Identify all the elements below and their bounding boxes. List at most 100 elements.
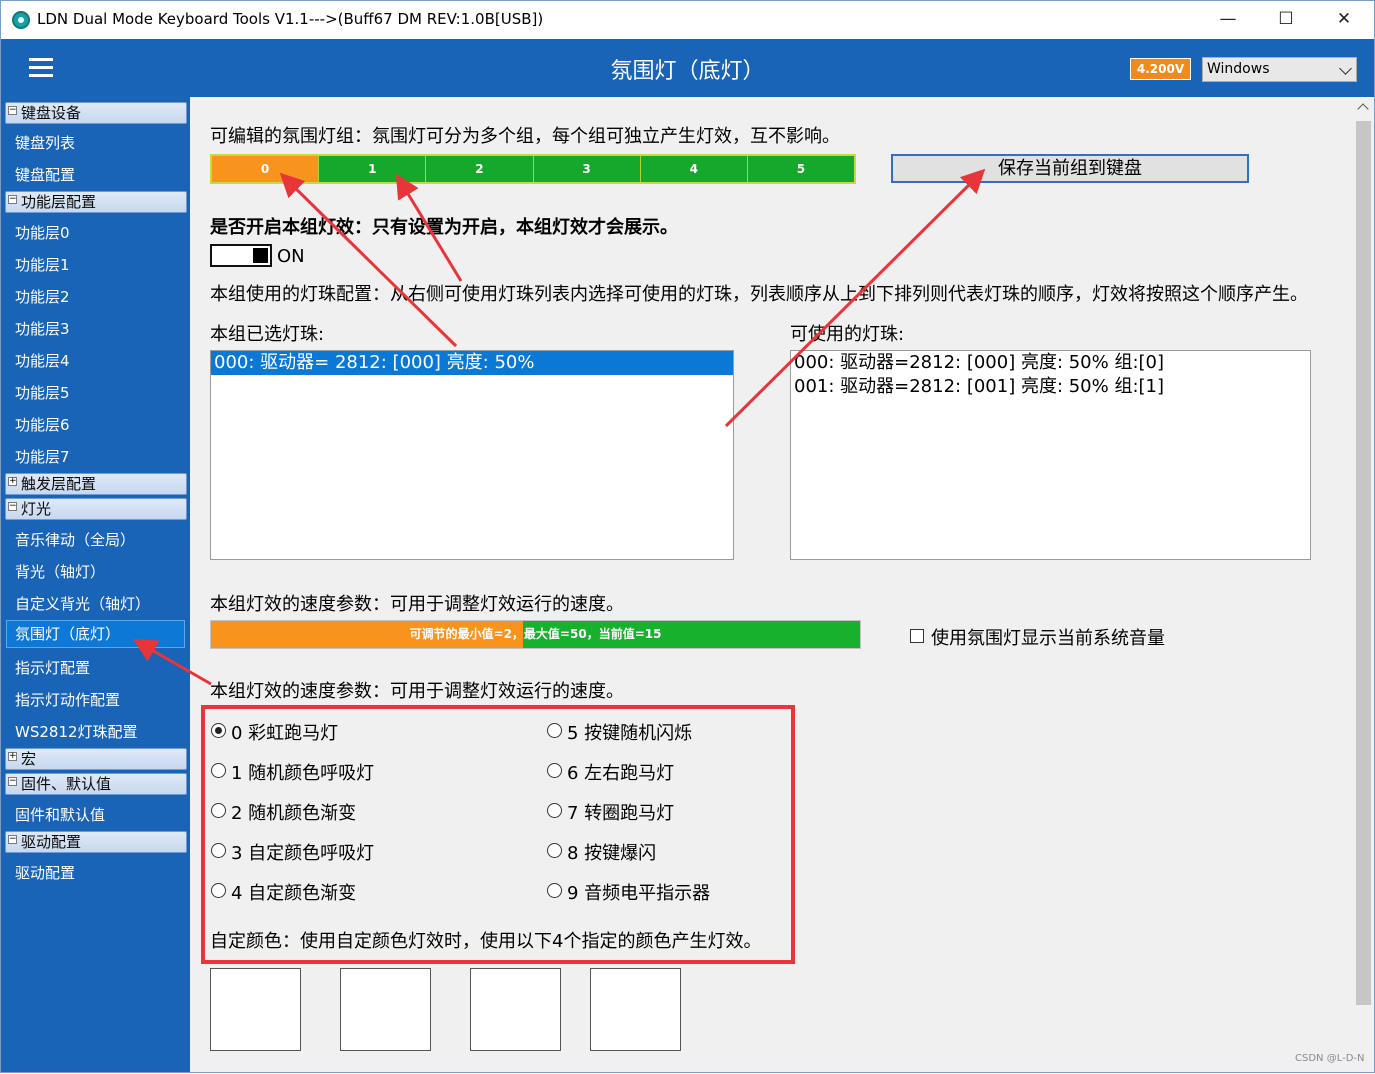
vertical-scrollbar[interactable] bbox=[1353, 97, 1374, 1072]
list-item[interactable]: 001: 驱动器=2812: [001] 亮度: 50% 组:[1] bbox=[791, 375, 1310, 399]
voltage-badge: 4.200V bbox=[1130, 58, 1191, 80]
sidebar-group-driver[interactable]: − 驱动配置 bbox=[5, 831, 187, 853]
selected-leds-list[interactable]: 000: 驱动器= 2812: [000] 亮度: 50% bbox=[210, 350, 734, 560]
effect-radio-6[interactable] bbox=[547, 763, 562, 778]
group-tab-0[interactable]: 0 bbox=[212, 156, 320, 182]
collapse-icon: − bbox=[8, 776, 17, 786]
groups-description: 可编辑的氛围灯组：氛围灯可分为多个组，每个组可独立产生灯效，互不影响。 bbox=[210, 126, 840, 147]
effect-radio-9[interactable] bbox=[547, 883, 562, 898]
custom-color-swatch-2[interactable] bbox=[340, 968, 431, 1051]
collapse-icon: − bbox=[8, 105, 17, 115]
light-group-selector: 0 1 2 3 4 5 bbox=[210, 154, 856, 184]
sidebar-item-custom-backlight[interactable]: 自定义背光（轴灯） bbox=[15, 593, 150, 614]
sidebar-item-music[interactable]: 音乐律动（全局） bbox=[15, 529, 135, 550]
effect-radio-7[interactable] bbox=[547, 803, 562, 818]
sidebar-item-keyboard-list[interactable]: 键盘列表 bbox=[15, 132, 75, 153]
collapse-icon: − bbox=[8, 194, 17, 204]
effect-label-4[interactable]: 4 自定颜色渐变 bbox=[231, 879, 356, 905]
effect-radio-0[interactable] bbox=[211, 723, 226, 738]
sidebar-item-layer6[interactable]: 功能层6 bbox=[15, 414, 70, 435]
maximize-button[interactable]: ☐ bbox=[1257, 1, 1315, 39]
effect-radio-8[interactable] bbox=[547, 843, 562, 858]
list-item[interactable]: 000: 驱动器=2812: [000] 亮度: 50% 组:[0] bbox=[791, 351, 1310, 375]
volume-checkbox[interactable] bbox=[910, 629, 924, 643]
custom-color-description: 自定颜色：使用自定颜色灯效时，使用以下4个指定的颜色产生灯效。 bbox=[210, 931, 762, 952]
group-tab-4[interactable]: 4 bbox=[640, 156, 748, 182]
custom-color-swatch-4[interactable] bbox=[590, 968, 681, 1051]
app-logo-icon bbox=[12, 11, 30, 29]
effect-radio-2[interactable] bbox=[211, 803, 226, 818]
effect-label-1[interactable]: 1 随机颜色呼吸灯 bbox=[231, 759, 374, 785]
collapse-icon: − bbox=[8, 834, 17, 844]
sidebar-item-layer2[interactable]: 功能层2 bbox=[15, 286, 70, 307]
sidebar-item-layer7[interactable]: 功能层7 bbox=[15, 446, 70, 467]
enable-description: 是否开启本组灯效：只有设置为开启，本组灯效才会展示。 bbox=[210, 217, 678, 238]
effect-label-0[interactable]: 0 彩虹跑马灯 bbox=[231, 719, 338, 745]
effect-label-8[interactable]: 8 按键爆闪 bbox=[567, 839, 656, 865]
sidebar-group-macro[interactable]: + 宏 bbox=[5, 748, 187, 770]
speed-slider[interactable]: 可调节的最小值=2，最大值=50，当前值=15 bbox=[210, 620, 861, 649]
sidebar-item-ws2812[interactable]: WS2812灯珠配置 bbox=[15, 721, 138, 742]
group-tab-3[interactable]: 3 bbox=[533, 156, 641, 182]
expand-icon: + bbox=[8, 751, 17, 761]
sidebar-item-layer3[interactable]: 功能层3 bbox=[15, 318, 70, 339]
app-window: LDN Dual Mode Keyboard Tools V1.1--->(Bu… bbox=[0, 0, 1375, 1073]
enable-toggle[interactable] bbox=[210, 244, 272, 267]
effect-label-6[interactable]: 6 左右跑马灯 bbox=[567, 759, 674, 785]
effect-radio-1[interactable] bbox=[211, 763, 226, 778]
effect-radio-3[interactable] bbox=[211, 843, 226, 858]
sidebar-item-indicator[interactable]: 指示灯配置 bbox=[15, 657, 90, 678]
available-leds-label: 可使用的灯珠: bbox=[790, 324, 905, 345]
selected-leds-label: 本组已选灯珠: bbox=[210, 324, 325, 345]
sidebar-item-layer5[interactable]: 功能层5 bbox=[15, 382, 70, 403]
scroll-up-arrow-icon[interactable] bbox=[1357, 103, 1369, 115]
sidebar-item-indicator-action[interactable]: 指示灯动作配置 bbox=[15, 689, 120, 710]
effect-label-9[interactable]: 9 音频电平指示器 bbox=[567, 879, 710, 905]
sidebar-group-keyboard[interactable]: − 键盘设备 bbox=[5, 102, 187, 124]
sidebar-item-ambient[interactable]: 氛围灯（底灯） bbox=[6, 620, 185, 648]
speed-description: 本组灯效的速度参数：可用于调整灯效运行的速度。 bbox=[210, 594, 624, 615]
toggle-knob bbox=[253, 248, 268, 263]
custom-color-swatch-1[interactable] bbox=[210, 968, 301, 1051]
os-dropdown[interactable]: Windows bbox=[1202, 57, 1357, 82]
sidebar-item-keyboard-config[interactable]: 键盘配置 bbox=[15, 164, 75, 185]
effect-label-3[interactable]: 3 自定颜色呼吸灯 bbox=[231, 839, 374, 865]
app-header: 氛围灯（底灯） 4.200V Windows bbox=[1, 39, 1374, 97]
group-tab-1[interactable]: 1 bbox=[319, 156, 427, 182]
speed-slider-label: 可调节的最小值=2，最大值=50，当前值=15 bbox=[409, 627, 662, 641]
sidebar-item-backlight[interactable]: 背光（轴灯） bbox=[15, 561, 105, 582]
main-content: 可编辑的氛围灯组：氛围灯可分为多个组，每个组可独立产生灯效，互不影响。 0 1 … bbox=[190, 97, 1353, 1072]
effect-description: 本组灯效的速度参数：可用于调整灯效运行的速度。 bbox=[210, 681, 624, 702]
effect-radio-5[interactable] bbox=[547, 723, 562, 738]
sidebar-item-layer1[interactable]: 功能层1 bbox=[15, 254, 70, 275]
scrollbar-thumb[interactable] bbox=[1356, 121, 1371, 1005]
volume-checkbox-label: 使用氛围灯显示当前系统音量 bbox=[931, 628, 1165, 649]
sidebar-group-trigger[interactable]: + 触发层配置 bbox=[5, 473, 187, 495]
toggle-state-label: ON bbox=[277, 246, 305, 267]
watermark: CSDN @L-D-N bbox=[1295, 1053, 1365, 1064]
save-group-button[interactable]: 保存当前组到键盘 bbox=[891, 154, 1249, 183]
effect-label-7[interactable]: 7 转圈跑马灯 bbox=[567, 799, 674, 825]
list-item[interactable]: 000: 驱动器= 2812: [000] 亮度: 50% bbox=[211, 351, 733, 375]
sidebar-item-driver-config[interactable]: 驱动配置 bbox=[15, 862, 75, 883]
os-dropdown-value: Windows bbox=[1207, 61, 1270, 77]
sidebar-group-layers[interactable]: − 功能层配置 bbox=[5, 191, 187, 213]
minimize-button[interactable]: — bbox=[1199, 1, 1257, 39]
effect-label-2[interactable]: 2 随机颜色渐变 bbox=[231, 799, 356, 825]
sidebar-group-firmware[interactable]: − 固件、默认值 bbox=[5, 773, 187, 795]
close-button[interactable]: ✕ bbox=[1315, 1, 1373, 39]
sidebar-item-firmware-defaults[interactable]: 固件和默认值 bbox=[15, 804, 105, 825]
group-tab-5[interactable]: 5 bbox=[747, 156, 855, 182]
sidebar-item-layer0[interactable]: 功能层0 bbox=[15, 222, 70, 243]
effect-label-5[interactable]: 5 按键随机闪烁 bbox=[567, 719, 692, 745]
chevron-down-icon bbox=[1339, 62, 1352, 75]
led-config-description: 本组使用的灯珠配置：从右侧可使用灯珠列表内选择可使用的灯珠，列表顺序从上到下排列… bbox=[210, 284, 1308, 305]
title-bar: LDN Dual Mode Keyboard Tools V1.1--->(Bu… bbox=[1, 1, 1374, 39]
effect-radio-4[interactable] bbox=[211, 883, 226, 898]
custom-color-swatch-3[interactable] bbox=[470, 968, 561, 1051]
available-leds-list[interactable]: 000: 驱动器=2812: [000] 亮度: 50% 组:[0] 001: … bbox=[790, 350, 1311, 560]
sidebar-item-layer4[interactable]: 功能层4 bbox=[15, 350, 70, 371]
group-tab-2[interactable]: 2 bbox=[426, 156, 534, 182]
sidebar-group-lighting[interactable]: − 灯光 bbox=[5, 498, 187, 520]
window-title: LDN Dual Mode Keyboard Tools V1.1--->(Bu… bbox=[37, 10, 544, 28]
